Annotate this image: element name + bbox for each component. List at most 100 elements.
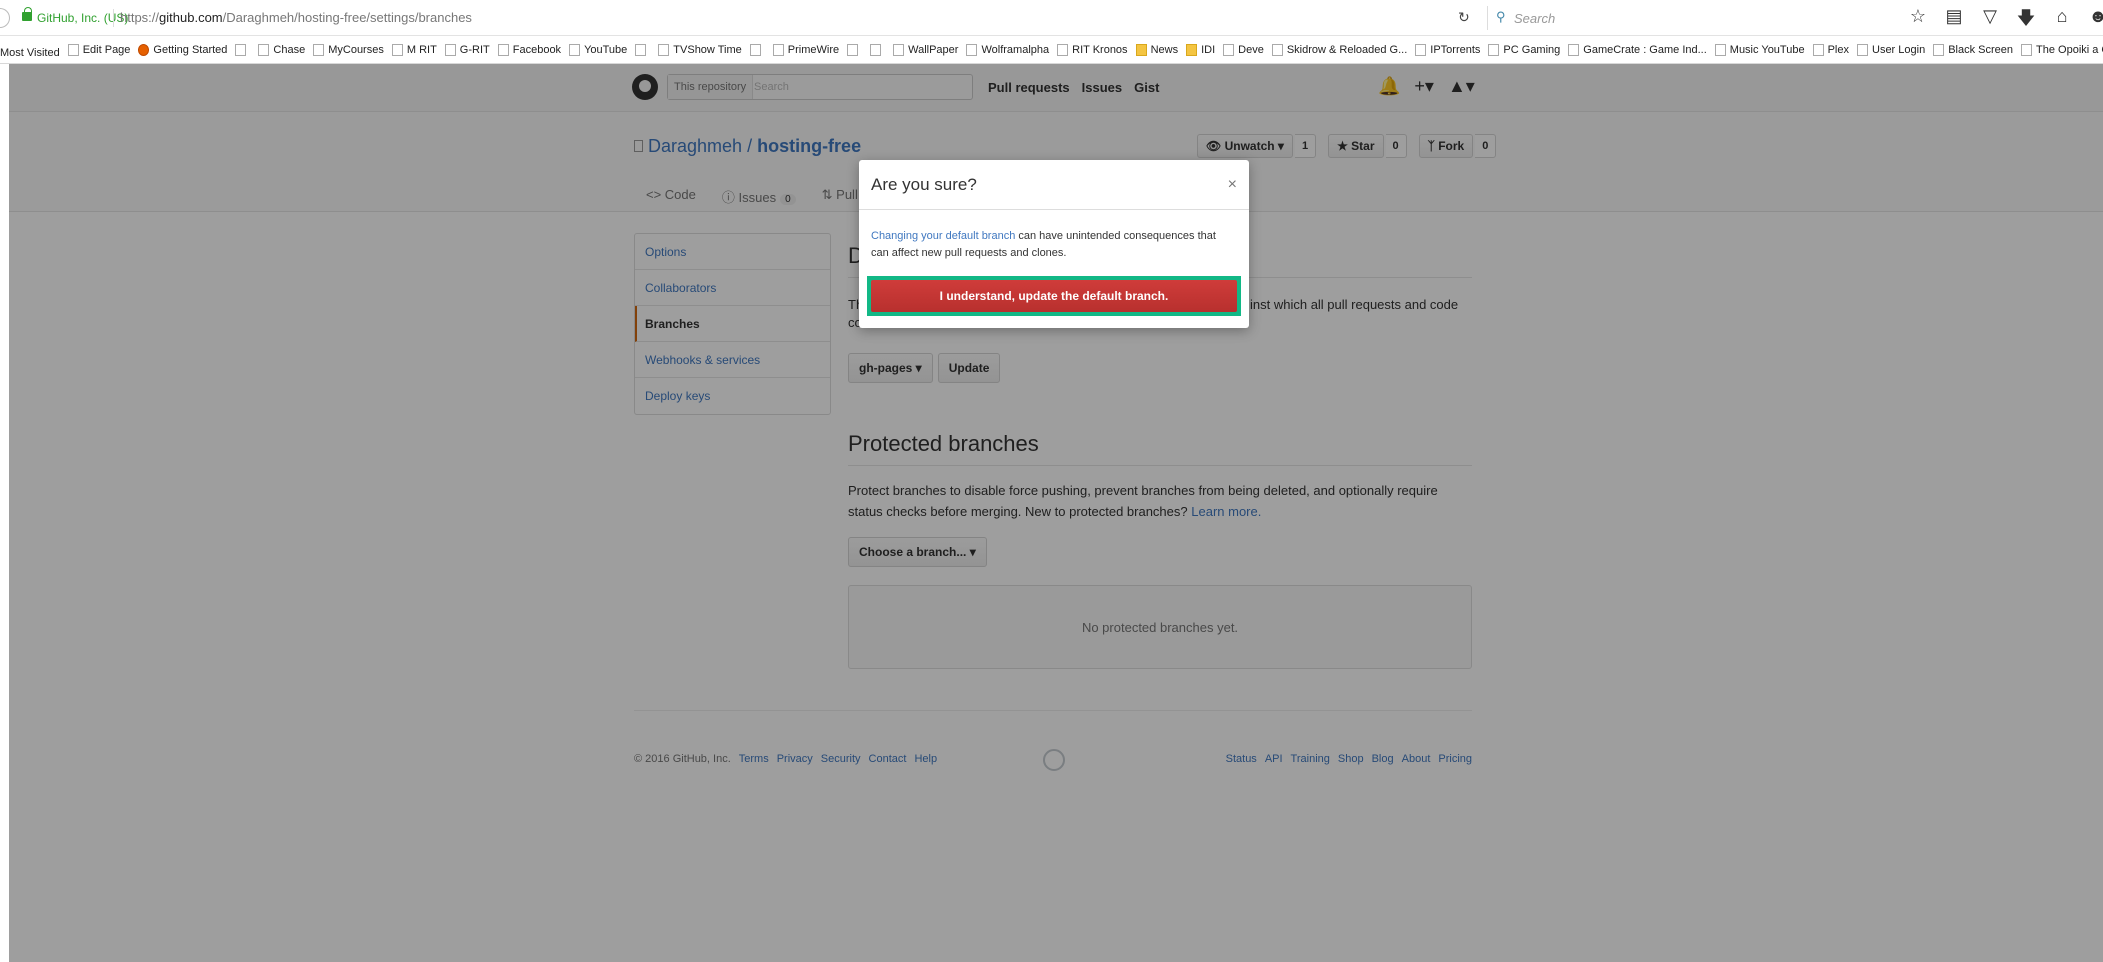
pocket-icon[interactable]: ▽ (1980, 6, 2000, 36)
reload-icon[interactable]: ↻ (1458, 9, 1470, 26)
url-host: github.com (159, 10, 223, 25)
bookmark-label: IPTorrents (1430, 44, 1481, 56)
bookmark-item[interactable]: MyCourses (313, 36, 384, 63)
page-icon (893, 44, 905, 56)
page-icon (1271, 44, 1283, 56)
page-icon (1933, 44, 1945, 56)
bookmark-label: Plex (1827, 44, 1849, 56)
bookmark-item[interactable] (847, 36, 862, 63)
firefox-icon (138, 44, 150, 56)
bookmark-label: Facebook (512, 44, 562, 56)
page-icon (1057, 44, 1069, 56)
page-icon (749, 44, 761, 56)
bookmark-label: Skidrow & Reloaded G... (1286, 44, 1408, 56)
bookmark-label: Chase (273, 44, 306, 56)
download-icon[interactable]: 🡇 (2016, 6, 2036, 36)
dialog-title: Are you sure? (871, 175, 977, 194)
home-icon[interactable]: ⌂ (2052, 6, 2072, 36)
search-placeholder: Search (1514, 11, 1556, 26)
page-icon (635, 44, 647, 56)
bookmark-item[interactable]: GameCrate : Game Ind... (1568, 36, 1707, 63)
bookmark-label: IDI (1201, 44, 1216, 56)
bookmark-label: RIT Kronos (1072, 44, 1128, 56)
page-icon (658, 44, 670, 56)
bookmark-label: Wolframalpha (981, 44, 1050, 56)
bookmark-label: YouTube (584, 44, 628, 56)
bookmark-label: G-RIT (459, 44, 490, 56)
page-icon (569, 44, 581, 56)
page-icon (966, 44, 978, 56)
page-icon (1714, 44, 1726, 56)
page-icon (1488, 44, 1500, 56)
bookmark-item[interactable]: PrimeWire (772, 36, 840, 63)
bookmark-item[interactable]: Chase (258, 36, 306, 63)
bookmark-item[interactable]: M RIT (391, 36, 437, 63)
bookmark-item[interactable]: Facebook (497, 36, 562, 63)
close-icon[interactable]: × (1228, 176, 1237, 194)
confirm-button-focus-ring: I understand, update the default branch. (867, 276, 1241, 316)
page-icon (1812, 44, 1824, 56)
star-icon[interactable]: ☆ (1908, 6, 1928, 36)
bookmark-label: Music YouTube (1729, 44, 1805, 56)
bookmark-item[interactable]: G-RIT (444, 36, 490, 63)
bookmark-item[interactable]: Black Screen (1933, 36, 2014, 63)
bookmark-item[interactable] (635, 36, 650, 63)
back-button[interactable] (0, 8, 10, 28)
browser-toolbar: ☆ ▤ ▽ 🡇 ⌂ ☻ (1908, 6, 2103, 36)
bookmarks-toolbar: Most Visited Edit Page Getting Started Chas… (0, 36, 2103, 64)
page-icon (313, 44, 325, 56)
bookmark-item[interactable]: Edit Page (67, 36, 130, 63)
bookmark-label: The Opoiki a Corporat... (2036, 44, 2103, 56)
bookmark-item[interactable]: RIT Kronos (1057, 36, 1128, 63)
bookmark-label: Most Visited (0, 47, 60, 59)
bookmark-item[interactable]: YouTube (569, 36, 628, 63)
page-icon (67, 44, 79, 56)
window-edge (0, 64, 9, 962)
divider (113, 9, 114, 27)
page-icon (1857, 44, 1868, 56)
page-icon (497, 44, 509, 56)
bookmark-item[interactable]: News (1135, 36, 1178, 63)
bookmark-item[interactable]: User Login (1857, 36, 1926, 63)
dialog-body: Changing your default branch can have un… (871, 228, 1233, 262)
default-branch-help-link[interactable]: Changing your default branch (871, 230, 1015, 242)
bookmark-item[interactable]: The Opoiki a Corporat... (2021, 36, 2103, 63)
bookmark-item[interactable]: Plex (1812, 36, 1849, 63)
bookmark-label: WallPaper (908, 44, 959, 56)
folder-icon (1135, 44, 1147, 56)
bookmark-label: User Login (1872, 44, 1926, 56)
page-icon (1415, 44, 1427, 56)
bookmark-item[interactable] (235, 36, 250, 63)
bookmark-item[interactable]: Getting Started (138, 36, 227, 63)
bookmark-label: GameCrate : Game Ind... (1583, 44, 1707, 56)
bookmark-item[interactable]: Most Visited (0, 39, 60, 63)
browser-url-bar: GitHub, Inc. (US) https://github.com/Dar… (0, 0, 2103, 36)
bookmark-item[interactable]: Wolframalpha (966, 36, 1050, 63)
bookmark-item[interactable]: IPTorrents (1415, 36, 1481, 63)
bookmark-item[interactable]: Skidrow & Reloaded G... (1271, 36, 1408, 63)
bookmark-item[interactable]: Deve (1223, 36, 1264, 63)
site-identity[interactable]: GitHub, Inc. (US) (37, 11, 128, 25)
page-icon (772, 44, 784, 56)
browser-search-input[interactable]: ⚲ Search (1487, 6, 1899, 30)
url-field[interactable]: https://github.com/Daraghmeh/hosting-fre… (120, 10, 472, 25)
page-icon (2021, 44, 2033, 56)
reading-list-icon[interactable]: ▤ (1944, 6, 1964, 36)
bookmark-item[interactable]: Music YouTube (1714, 36, 1805, 63)
bookmark-item[interactable]: PC Gaming (1488, 36, 1560, 63)
page-icon (444, 44, 456, 56)
url-prefix: https:// (120, 10, 160, 25)
bookmark-item[interactable] (749, 36, 765, 63)
lock-icon (22, 7, 32, 21)
smiley-icon[interactable]: ☻ (2088, 6, 2103, 36)
page-icon (391, 44, 403, 56)
search-engine-icon: ⚲ (1496, 9, 1506, 24)
bookmark-item[interactable]: IDI (1186, 36, 1216, 63)
bookmark-label: Black Screen (1948, 44, 2014, 56)
bookmark-item[interactable]: WallPaper (893, 36, 959, 63)
bookmark-label: PrimeWire (787, 44, 840, 56)
confirm-dialog: Are you sure? × Changing your default br… (859, 160, 1249, 328)
bookmark-item[interactable]: TVShow Time (658, 36, 742, 63)
confirm-update-default-branch-button[interactable]: I understand, update the default branch. (871, 280, 1237, 312)
bookmark-item[interactable] (870, 36, 885, 63)
